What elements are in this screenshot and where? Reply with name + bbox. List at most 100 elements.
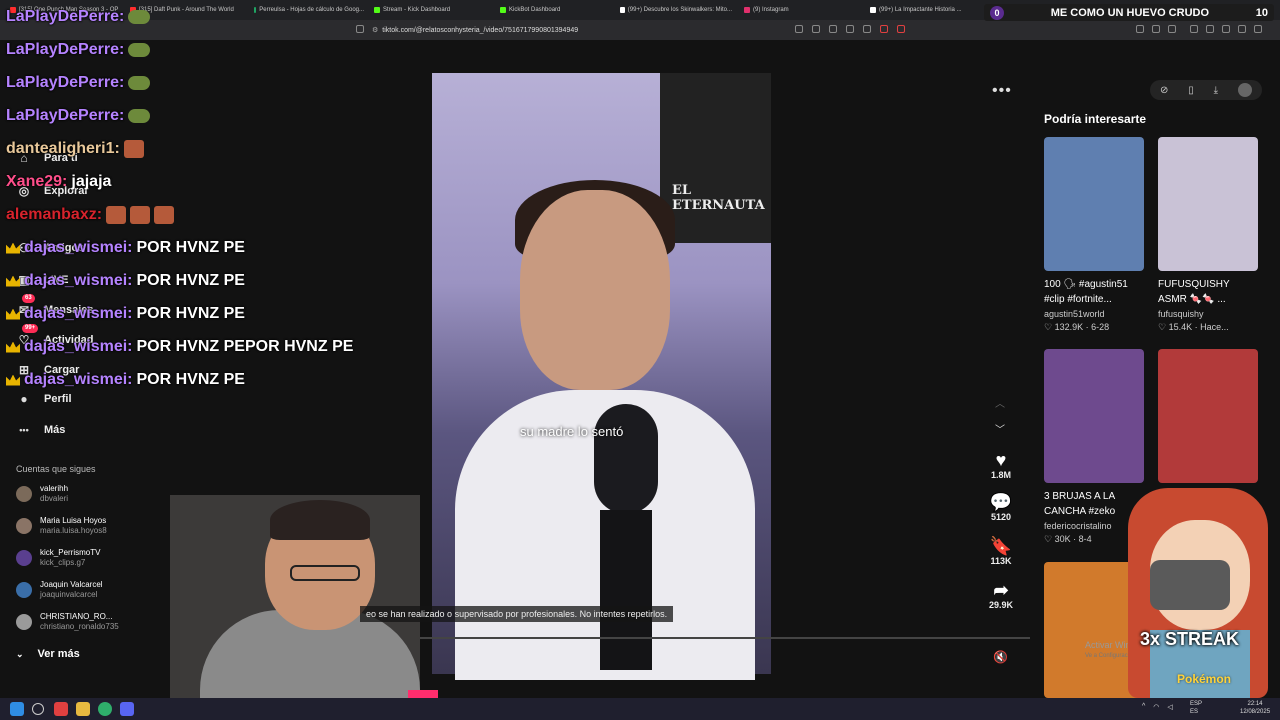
- playlist-icon[interactable]: [1190, 25, 1198, 33]
- share-button[interactable]: ➦ 29.9K: [985, 580, 1017, 610]
- zoom-icon[interactable]: [846, 25, 854, 33]
- recommended-author[interactable]: fufusquishy: [1158, 309, 1204, 319]
- browser-tab[interactable]: (9) Instagram: [744, 4, 856, 16]
- avatar: [16, 550, 32, 566]
- avatar: [16, 518, 32, 534]
- crown-badge-icon: [6, 275, 20, 287]
- sidebar-item-m-s[interactable]: ••• Más: [16, 422, 65, 438]
- recommended-title-text[interactable]: 3 BRUJAS A LA CANCHA #zeko: [1044, 489, 1144, 519]
- phone-icon[interactable]: ▯: [1188, 85, 1194, 96]
- browser-address-bar: ⚙ tiktok.com/@relatosconhysteria_/video/…: [0, 20, 1280, 40]
- volume-icon[interactable]: 🔇: [993, 650, 1008, 664]
- notification-badge: 99+: [22, 324, 39, 333]
- pepe-emote-icon: [128, 10, 151, 24]
- see-more-button[interactable]: ⌄ Ver más: [16, 648, 80, 660]
- more-options-icon[interactable]: •••: [992, 82, 1012, 100]
- recommended-author[interactable]: federicocristalino: [1044, 521, 1112, 531]
- microphone: [594, 404, 658, 514]
- comment-button[interactable]: 💬 5120: [985, 492, 1017, 522]
- tab-favicon-icon: [374, 7, 380, 13]
- site-info-icon[interactable]: ⚙: [372, 26, 378, 34]
- chat-username: dajas_wismei:: [24, 305, 133, 322]
- account-names: Maria Luisa Hoyos maria.luisa.hoyos8: [40, 516, 107, 536]
- following-account[interactable]: CHRISTIANO_RO... christiano_ronaldo735: [16, 612, 119, 632]
- clock[interactable]: 22:14 12/08/2025: [1240, 700, 1270, 716]
- recommended-title-text[interactable]: 100 🗣 #agustin51 #clip #fortnite...: [1044, 277, 1144, 307]
- keyboard-code: ES: [1190, 709, 1199, 715]
- volume-tray-icon[interactable]: ◁: [1167, 703, 1172, 711]
- following-account[interactable]: Maria Luisa Hoyos maria.luisa.hoyos8: [16, 516, 107, 536]
- recommended-thumbnail[interactable]: [1044, 349, 1144, 483]
- previous-video-icon[interactable]: ︿: [995, 395, 1005, 410]
- following-account[interactable]: kick_PerrismoTV kick_clips.g7: [16, 548, 100, 568]
- bookmark-icon[interactable]: [356, 25, 364, 33]
- chat-text: POR HVNZ PE: [136, 239, 245, 256]
- sidebar-icon[interactable]: [1206, 25, 1214, 33]
- browser-tab[interactable]: (99+) Descubre los Skinwalkers: Mito...: [620, 4, 732, 16]
- comment-icon: 💬: [989, 492, 1013, 512]
- browser-tab[interactable]: KickBot Dashboard: [500, 4, 610, 16]
- following-account[interactable]: valerihh dbvaleri: [16, 484, 68, 504]
- link-icon[interactable]: ⊘: [1160, 85, 1168, 96]
- extension-icon[interactable]: [1136, 25, 1144, 33]
- recommended-title-text[interactable]: FUFUSQUISHY ASMR 🍬🍬 ...: [1158, 277, 1258, 307]
- download-icon[interactable]: ⤓: [1214, 85, 1218, 96]
- scoreboard-title: ME COMO UN HUEVO CRUDO: [1050, 6, 1210, 19]
- sidebar-item-perfil[interactable]: ● Perfil: [16, 391, 71, 407]
- wallet-icon[interactable]: [1222, 25, 1230, 33]
- translate-icon[interactable]: [829, 25, 837, 33]
- tab-label: Perreulsa - Hojas de cálculo de Goog...: [259, 7, 364, 13]
- cast-icon[interactable]: [812, 25, 820, 33]
- chat-message: dajas_wismei: POR HVNZ PE: [6, 272, 245, 290]
- microphone-stand: [600, 510, 652, 670]
- notification-badge: 63: [22, 294, 35, 303]
- see-more-label: Ver más: [37, 648, 80, 660]
- next-video-icon[interactable]: ﹀: [995, 421, 1005, 436]
- chevron-up-icon[interactable]: ^: [1142, 703, 1145, 711]
- wifi-icon[interactable]: ◠: [1153, 703, 1159, 711]
- comment-count: 5120: [990, 512, 1012, 522]
- account-username: joaquinvalcarcel: [40, 590, 98, 599]
- url-field[interactable]: ⚙ tiktok.com/@relatosconhysteria_/video/…: [372, 24, 812, 36]
- share-arrow-icon: ➦: [993, 580, 1009, 600]
- windows-start-icon[interactable]: [10, 702, 24, 716]
- folder-icon[interactable]: [76, 702, 90, 716]
- recommended-author[interactable]: agustin51world: [1044, 309, 1105, 319]
- vpn-icon[interactable]: [1238, 25, 1246, 33]
- like-button[interactable]: ♥ 1.8M: [985, 450, 1017, 480]
- chat-text: POR HVNZ PEPOR HVNZ PE: [136, 338, 354, 355]
- recommended-thumbnail[interactable]: [1044, 137, 1144, 271]
- recommended-thumbnail[interactable]: [1158, 349, 1258, 483]
- recommended-thumbnail[interactable]: [1158, 137, 1258, 271]
- video-progress-bar[interactable]: [360, 637, 1030, 639]
- chat-username: Xane29:: [6, 173, 68, 190]
- extension-icon[interactable]: [795, 25, 803, 33]
- browser-tab[interactable]: (99+) La Impactante Historia ...: [870, 4, 978, 16]
- extension-icon[interactable]: [1168, 25, 1176, 33]
- extension-icon[interactable]: [1152, 25, 1160, 33]
- language-indicator[interactable]: ESP ES: [1190, 700, 1202, 716]
- save-button[interactable]: 🔖 113K: [985, 536, 1017, 566]
- post-date: Hace...: [1200, 322, 1229, 332]
- browser-tab[interactable]: Stream - Kick Dashboard: [374, 4, 484, 16]
- chevron-down-icon: ⌄: [16, 648, 24, 659]
- brave-shield-icon[interactable]: [880, 25, 888, 33]
- obs-icon[interactable]: [98, 702, 112, 716]
- search-icon[interactable]: [32, 703, 44, 715]
- face-emote-icon: [123, 140, 144, 158]
- browser-tab[interactable]: Perreulsa - Hojas de cálculo de Goog...: [254, 4, 364, 16]
- share-count: 29.9K: [988, 600, 1014, 610]
- like-count: 30K: [1054, 534, 1071, 544]
- following-account[interactable]: Joaquin Valcarcel joaquinvalcarcel: [16, 580, 103, 600]
- discord-icon[interactable]: [120, 702, 134, 716]
- following-title: Cuentas que sigues: [16, 464, 96, 474]
- chat-username: dajas_wismei:: [24, 239, 133, 256]
- heart-outline-icon: ♡: [1044, 534, 1055, 544]
- menu-icon[interactable]: [1254, 25, 1262, 33]
- avatar[interactable]: [1238, 83, 1252, 97]
- like-count: 15.4K: [1168, 322, 1193, 332]
- chat-message: LaPlayDePerre:: [6, 74, 151, 92]
- rewards-icon[interactable]: [897, 25, 905, 33]
- brave-icon[interactable]: [54, 702, 68, 716]
- share-icon[interactable]: [863, 25, 871, 33]
